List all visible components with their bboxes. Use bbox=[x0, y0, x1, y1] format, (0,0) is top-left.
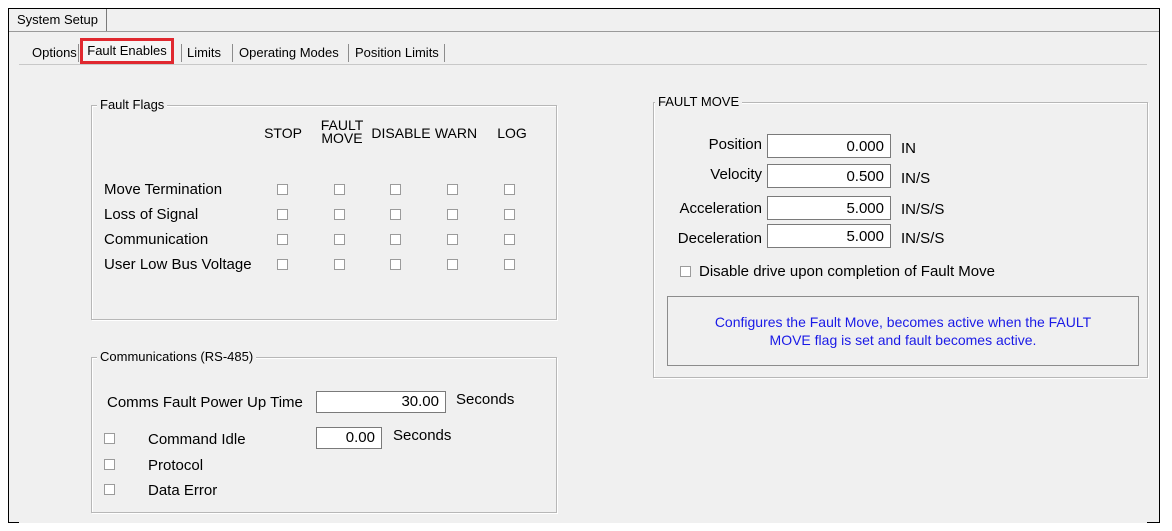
checkbox-low-bus-voltage-fault-move[interactable] bbox=[334, 259, 345, 270]
data-error-label: Data Error bbox=[148, 482, 218, 499]
row-label-loss-of-signal: Loss of Signal bbox=[104, 206, 199, 223]
comms-power-up-input[interactable]: 30.00 bbox=[316, 391, 446, 413]
checkbox-loss-of-signal-fault-move[interactable] bbox=[334, 209, 345, 220]
checkbox-low-bus-voltage-warn[interactable] bbox=[447, 259, 458, 270]
checkbox-move-termination-log[interactable] bbox=[504, 184, 515, 195]
row-label-communication: Communication bbox=[104, 231, 209, 248]
checkbox-loss-of-signal-warn[interactable] bbox=[447, 209, 458, 220]
tab-limits[interactable]: Limits bbox=[183, 42, 225, 64]
tab-system-setup[interactable]: System Setup bbox=[9, 9, 107, 31]
column-fault-move: FAULT MOVE bbox=[315, 118, 369, 146]
row-label-user-low-bus-voltage: User Low Bus Voltage bbox=[104, 256, 252, 273]
checkbox-loss-of-signal-stop[interactable] bbox=[277, 209, 288, 220]
column-fault-move-line2: MOVE bbox=[321, 130, 363, 146]
acceleration-input[interactable]: 5.000 bbox=[767, 196, 891, 220]
tab-separator bbox=[348, 44, 349, 62]
velocity-unit: IN/S bbox=[901, 170, 931, 187]
checkbox-command-idle[interactable] bbox=[104, 433, 115, 444]
checkbox-communication-log[interactable] bbox=[504, 234, 515, 245]
checkbox-communication-disable[interactable] bbox=[390, 234, 401, 245]
tab-separator bbox=[78, 44, 79, 62]
tab-options[interactable]: Options bbox=[28, 42, 81, 64]
position-unit: IN bbox=[901, 140, 916, 157]
fault-move-info-note: Configures the Fault Move, becomes activ… bbox=[667, 296, 1139, 366]
fault-move-title: FAULT MOVE bbox=[655, 94, 743, 110]
tab-fault-enables[interactable]: Fault Enables bbox=[80, 38, 174, 64]
deceleration-unit: IN/S/S bbox=[901, 230, 945, 247]
velocity-label: Velocity bbox=[710, 166, 762, 183]
acceleration-unit: IN/S/S bbox=[901, 201, 945, 218]
command-idle-label: Command Idle bbox=[148, 431, 246, 448]
position-label: Position bbox=[708, 136, 762, 153]
velocity-input[interactable]: 0.500 bbox=[767, 164, 891, 188]
checkbox-low-bus-voltage-disable[interactable] bbox=[390, 259, 401, 270]
column-disable: DISABLE bbox=[371, 125, 431, 141]
column-stop: STOP bbox=[264, 125, 302, 141]
command-idle-unit: Seconds bbox=[393, 427, 452, 444]
row-label-move-termination: Move Termination bbox=[104, 181, 223, 198]
checkbox-low-bus-voltage-stop[interactable] bbox=[277, 259, 288, 270]
checkbox-communication-stop[interactable] bbox=[277, 234, 288, 245]
disable-drive-label: Disable drive upon completion of Fault M… bbox=[699, 263, 995, 280]
deceleration-input[interactable]: 5.000 bbox=[767, 224, 891, 248]
tab-operating-modes[interactable]: Operating Modes bbox=[235, 42, 343, 64]
deceleration-label: Deceleration bbox=[677, 230, 762, 247]
checkbox-loss-of-signal-log[interactable] bbox=[504, 209, 515, 220]
note-line-2: MOVE flag is set and fault becomes activ… bbox=[769, 332, 1037, 348]
outer-tabbar-divider bbox=[9, 31, 1159, 32]
column-log: LOG bbox=[497, 125, 527, 141]
checkbox-communication-fault-move[interactable] bbox=[334, 234, 345, 245]
communications-title: Communications (RS-485) bbox=[97, 349, 257, 365]
note-line-1: Configures the Fault Move, becomes activ… bbox=[714, 314, 1092, 330]
tab-separator bbox=[444, 44, 445, 62]
checkbox-move-termination-disable[interactable] bbox=[390, 184, 401, 195]
acceleration-label: Acceleration bbox=[679, 200, 762, 217]
checkbox-move-termination-warn[interactable] bbox=[447, 184, 458, 195]
position-input[interactable]: 0.000 bbox=[767, 134, 891, 158]
checkbox-protocol[interactable] bbox=[104, 459, 115, 470]
comms-power-up-label: Comms Fault Power Up Time bbox=[107, 394, 303, 411]
tab-separator bbox=[181, 44, 182, 62]
column-warn: WARN bbox=[434, 125, 478, 141]
tab-separator bbox=[232, 44, 233, 62]
fault-flags-title: Fault Flags bbox=[97, 97, 168, 113]
command-idle-input[interactable]: 0.00 bbox=[316, 427, 382, 449]
checkbox-move-termination-stop[interactable] bbox=[277, 184, 288, 195]
checkbox-loss-of-signal-disable[interactable] bbox=[390, 209, 401, 220]
comms-power-up-unit: Seconds bbox=[456, 391, 515, 408]
checkbox-disable-drive-on-completion[interactable] bbox=[680, 266, 691, 277]
checkbox-low-bus-voltage-log[interactable] bbox=[504, 259, 515, 270]
checkbox-data-error[interactable] bbox=[104, 484, 115, 495]
checkbox-move-termination-fault-move[interactable] bbox=[334, 184, 345, 195]
protocol-label: Protocol bbox=[148, 457, 204, 474]
checkbox-communication-warn[interactable] bbox=[447, 234, 458, 245]
tab-position-limits[interactable]: Position Limits bbox=[351, 42, 443, 64]
